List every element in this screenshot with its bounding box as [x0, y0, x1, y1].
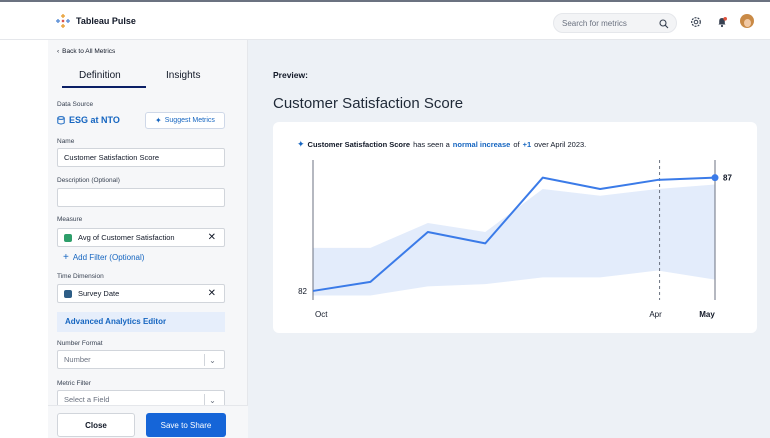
x-tick-label: Oct [315, 310, 328, 319]
tab-bar: Definition Insights [48, 64, 248, 88]
data-source-label: Data Source [57, 101, 94, 108]
chevron-left-icon: ‹ [57, 48, 60, 55]
metric-filter-placeholder: Select a Field [64, 395, 110, 404]
back-link[interactable]: ‹ Back to All Metrics [57, 48, 115, 55]
calendar-icon [64, 289, 72, 298]
measure-value: Avg of Customer Satisfaction [78, 233, 175, 242]
data-source-name: ESG at NTO [69, 115, 120, 125]
suggest-metrics-button[interactable]: ✦ Suggest Metrics [145, 112, 225, 129]
preview-area: Preview: Customer Satisfaction Score ✦ C… [248, 40, 770, 438]
brand[interactable]: Tableau Pulse [56, 14, 136, 28]
metric-card: ✦ Customer Satisfaction Score has seen a… [273, 122, 757, 333]
panel-footer: Close Save to Share [48, 405, 248, 438]
x-tick-label: May [699, 310, 715, 319]
tab-definition[interactable]: Definition [79, 70, 121, 81]
save-to-share-button[interactable]: Save to Share [146, 413, 226, 437]
line-chart: 82 87 Oct Apr May [298, 160, 732, 319]
gear-icon[interactable] [690, 16, 702, 28]
chevron-down-icon[interactable]: ⌄ [204, 354, 220, 366]
start-value-label: 82 [298, 287, 307, 296]
description-label: Description (Optional) [57, 177, 120, 184]
search-box[interactable] [553, 13, 677, 33]
name-value: Customer Satisfaction Score [64, 153, 160, 162]
measure-type-icon [64, 233, 72, 242]
number-format-select[interactable]: Number ⌄ [57, 350, 225, 369]
database-icon [57, 115, 65, 124]
time-dimension-value: Survey Date [78, 289, 120, 298]
tab-insights[interactable]: Insights [166, 70, 200, 81]
data-source-value[interactable]: ESG at NTO [57, 115, 120, 125]
app-name: Tableau Pulse [76, 16, 136, 26]
back-link-label: Back to All Metrics [62, 48, 116, 55]
bell-icon[interactable] [716, 16, 728, 28]
add-filter-label: Add Filter (Optional) [72, 253, 145, 262]
clear-measure-icon[interactable]: ✕ [208, 232, 216, 243]
x-tick-label: Apr [649, 310, 662, 319]
clear-time-icon[interactable]: ✕ [208, 288, 216, 299]
measure-label: Measure [57, 216, 83, 223]
latest-point [711, 174, 719, 182]
preview-label: Preview: [273, 70, 308, 80]
metric-title: Customer Satisfaction Score [273, 95, 464, 112]
metric-filter-label: Metric Filter [57, 380, 91, 387]
suggest-metrics-label: Suggest Metrics [164, 117, 215, 124]
avatar-face [743, 19, 751, 27]
number-format-placeholder: Number [64, 355, 91, 364]
definition-panel: ‹ Back to All Metrics Definition Insight… [48, 40, 248, 438]
close-button[interactable]: Close [57, 413, 135, 437]
user-avatar[interactable] [740, 14, 754, 28]
number-format-label: Number Format [57, 340, 103, 347]
window-edge [0, 0, 770, 2]
active-tab-indicator [62, 86, 146, 88]
tableau-logo-icon [56, 14, 70, 28]
search-icon[interactable] [659, 19, 669, 29]
add-filter-button[interactable]: + Add Filter (Optional) [63, 252, 144, 263]
name-label: Name [57, 138, 75, 145]
description-field[interactable] [57, 188, 225, 207]
measure-field[interactable]: Avg of Customer Satisfaction ✕ [57, 228, 225, 247]
sparkle-icon: ✦ [155, 116, 162, 125]
end-value-label: 87 [723, 174, 732, 183]
name-field[interactable]: Customer Satisfaction Score [57, 148, 225, 167]
time-dimension-label: Time Dimension [57, 273, 104, 280]
top-bar: Tableau Pulse [0, 0, 770, 40]
search-input[interactable] [562, 18, 652, 28]
time-dimension-field[interactable]: Survey Date ✕ [57, 284, 225, 303]
advanced-analytics-editor[interactable]: Advanced Analytics Editor [57, 312, 225, 332]
plus-icon: + [63, 252, 69, 263]
